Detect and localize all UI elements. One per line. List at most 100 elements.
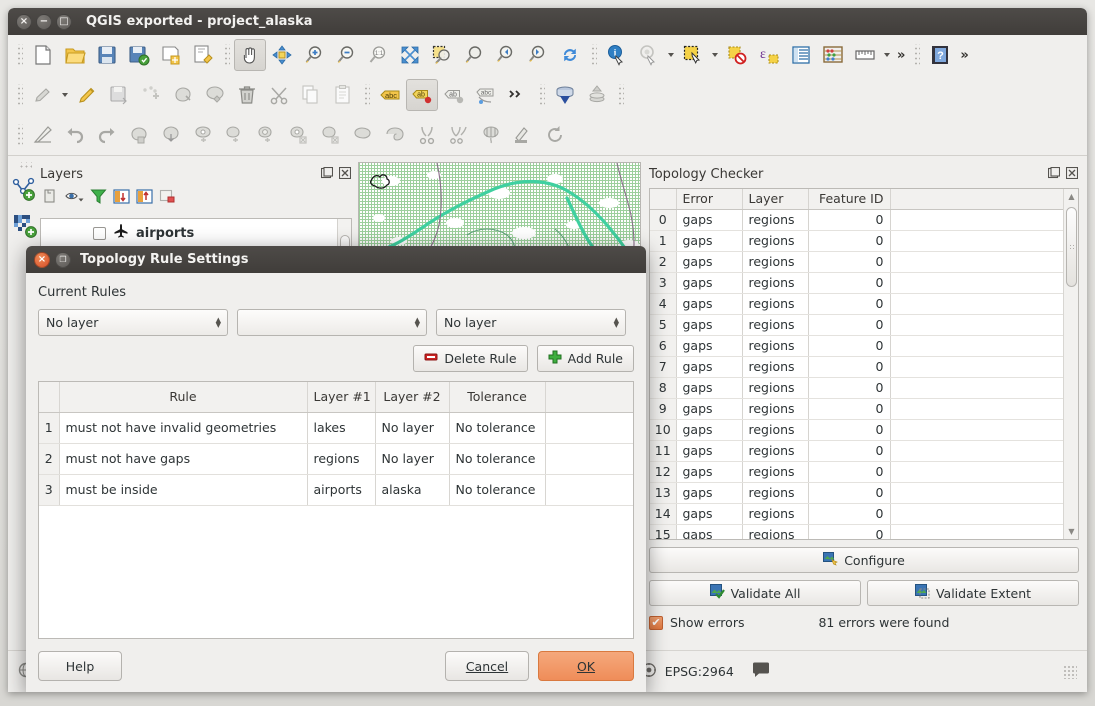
current-edits-icon[interactable] (27, 79, 59, 111)
manage-layer-visibility-icon[interactable] (65, 188, 84, 208)
fill-ring-icon[interactable] (251, 119, 283, 151)
labels-overflow-icon[interactable] (502, 79, 534, 111)
select-by-expression-icon[interactable]: ε (753, 39, 785, 71)
delete-selected-icon[interactable] (231, 79, 263, 111)
help-icon[interactable]: ? (924, 39, 956, 71)
zoom-out-icon[interactable] (330, 39, 362, 71)
zoom-to-layer-icon[interactable] (458, 39, 490, 71)
toggle-editing-icon[interactable] (71, 79, 103, 111)
undo-icon[interactable] (59, 119, 91, 151)
add-rule-button[interactable]: Add Rule (537, 345, 634, 372)
add-raster-layer-icon[interactable] (12, 213, 38, 242)
column-header-layer1[interactable]: Layer #1 (307, 382, 375, 413)
vertex-tool-icon[interactable] (507, 119, 539, 151)
resize-grip[interactable] (1063, 665, 1077, 679)
column-header-index[interactable] (650, 189, 676, 210)
label-icon[interactable]: abc (374, 79, 406, 111)
undock-icon[interactable] (320, 166, 334, 180)
table-row[interactable]: 3gapsregions0 (650, 273, 1063, 294)
dialog-maximize-button[interactable]: ❐ (55, 252, 71, 268)
pan-map-icon[interactable] (234, 39, 266, 71)
table-row[interactable]: 11gapsregions0 (650, 441, 1063, 462)
new-project-icon[interactable] (27, 39, 59, 71)
table-row[interactable]: 13gapsregions0 (650, 483, 1063, 504)
list-item[interactable]: airports (41, 219, 351, 247)
cancel-button[interactable]: Cancel (445, 651, 529, 681)
show-hide-labels-icon[interactable]: ab (438, 79, 470, 111)
add-part-icon[interactable] (219, 119, 251, 151)
new-print-layout-icon[interactable] (155, 39, 187, 71)
open-layer-styling-icon[interactable] (42, 188, 59, 208)
table-row[interactable]: 3must be insideairportsalaskaNo toleranc… (39, 475, 633, 506)
undock-icon[interactable] (1047, 166, 1061, 180)
column-header-rule[interactable]: Rule (59, 382, 307, 413)
move-label-icon[interactable]: abc (470, 79, 502, 111)
configure-button[interactable]: Configure (649, 547, 1079, 573)
help-button[interactable]: Help (38, 651, 122, 681)
move-feature-icon[interactable] (167, 79, 199, 111)
table-row[interactable]: 1must not have invalid geometrieslakesNo… (39, 413, 633, 444)
toolbar-overflow-2[interactable]: » (956, 48, 972, 63)
refresh-icon[interactable] (554, 39, 586, 71)
identify-features-icon[interactable]: i (601, 39, 633, 71)
pan-to-selection-icon[interactable] (266, 39, 298, 71)
toolbar-grip[interactable] (16, 44, 23, 66)
current-edits-dropdown[interactable] (59, 79, 71, 111)
redo-icon[interactable] (91, 119, 123, 151)
save-project-as-icon[interactable] (123, 39, 155, 71)
column-header-error[interactable]: Error (676, 189, 742, 210)
topology-errors-scrollbar[interactable]: ▲ ▼ (1063, 189, 1078, 539)
table-row[interactable]: 12gapsregions0 (650, 462, 1063, 483)
layer2-select[interactable]: No layer ▲▼ (436, 309, 626, 336)
zoom-next-icon[interactable] (522, 39, 554, 71)
filter-legend-icon[interactable] (90, 188, 107, 208)
toolbar-grip[interactable] (16, 124, 23, 146)
copy-features-icon[interactable] (295, 79, 327, 111)
zoom-last-icon[interactable] (490, 39, 522, 71)
enable-tracing-icon[interactable] (27, 119, 59, 151)
measure-line-icon[interactable] (849, 39, 881, 71)
table-row[interactable]: 2gapsregions0 (650, 252, 1063, 273)
offset-curve-icon[interactable] (379, 119, 411, 151)
rotate-point-symbols-icon[interactable] (539, 119, 571, 151)
save-project-icon[interactable] (91, 39, 123, 71)
deselect-features-icon[interactable] (721, 39, 753, 71)
remove-layer-icon[interactable] (159, 188, 176, 208)
zoom-in-icon[interactable] (298, 39, 330, 71)
column-header-layer2[interactable]: Layer #2 (375, 382, 449, 413)
toolbar-grip[interactable] (18, 162, 32, 168)
column-header-tolerance[interactable]: Tolerance (449, 382, 545, 413)
zoom-native-icon[interactable]: 1:1 (362, 39, 394, 71)
database-icon[interactable] (549, 79, 581, 111)
toolbar-grip[interactable] (16, 84, 23, 106)
measure-dropdown[interactable] (881, 39, 893, 71)
crs-label[interactable]: EPSG:2964 (665, 664, 734, 679)
table-row[interactable]: 0gapsregions0 (650, 210, 1063, 231)
select-features-icon[interactable] (677, 39, 709, 71)
add-feature-icon[interactable] (135, 79, 167, 111)
run-feature-action-icon[interactable] (633, 39, 665, 71)
add-vector-layer-icon[interactable] (12, 176, 38, 205)
cut-features-icon[interactable] (263, 79, 295, 111)
messages-icon[interactable] (752, 662, 770, 681)
window-maximize-button[interactable]: □ (56, 14, 72, 30)
show-errors-checkbox[interactable] (649, 616, 663, 630)
rotate-feature-icon[interactable] (123, 119, 155, 151)
topology-errors-scrollbar-thumb[interactable] (1066, 207, 1077, 287)
table-row[interactable]: 1gapsregions0 (650, 231, 1063, 252)
zoom-to-selection-icon[interactable] (426, 39, 458, 71)
delete-ring-icon[interactable] (283, 119, 315, 151)
select-features-dropdown[interactable] (709, 39, 721, 71)
open-attribute-table-icon[interactable] (785, 39, 817, 71)
toolbar-grip[interactable] (617, 84, 624, 106)
toolbar-grip[interactable] (538, 84, 545, 106)
table-row[interactable]: 7gapsregions0 (650, 357, 1063, 378)
table-row[interactable]: 10gapsregions0 (650, 420, 1063, 441)
validate-all-button[interactable]: Validate All (649, 580, 861, 606)
style-manager-icon[interactable] (187, 39, 219, 71)
reshape-features-icon[interactable] (347, 119, 379, 151)
table-row[interactable]: 4gapsregions0 (650, 294, 1063, 315)
toolbar-grip[interactable] (913, 44, 920, 66)
layer1-select[interactable]: No layer ▲▼ (38, 309, 228, 336)
scroll-up-icon[interactable]: ▲ (1064, 189, 1079, 204)
